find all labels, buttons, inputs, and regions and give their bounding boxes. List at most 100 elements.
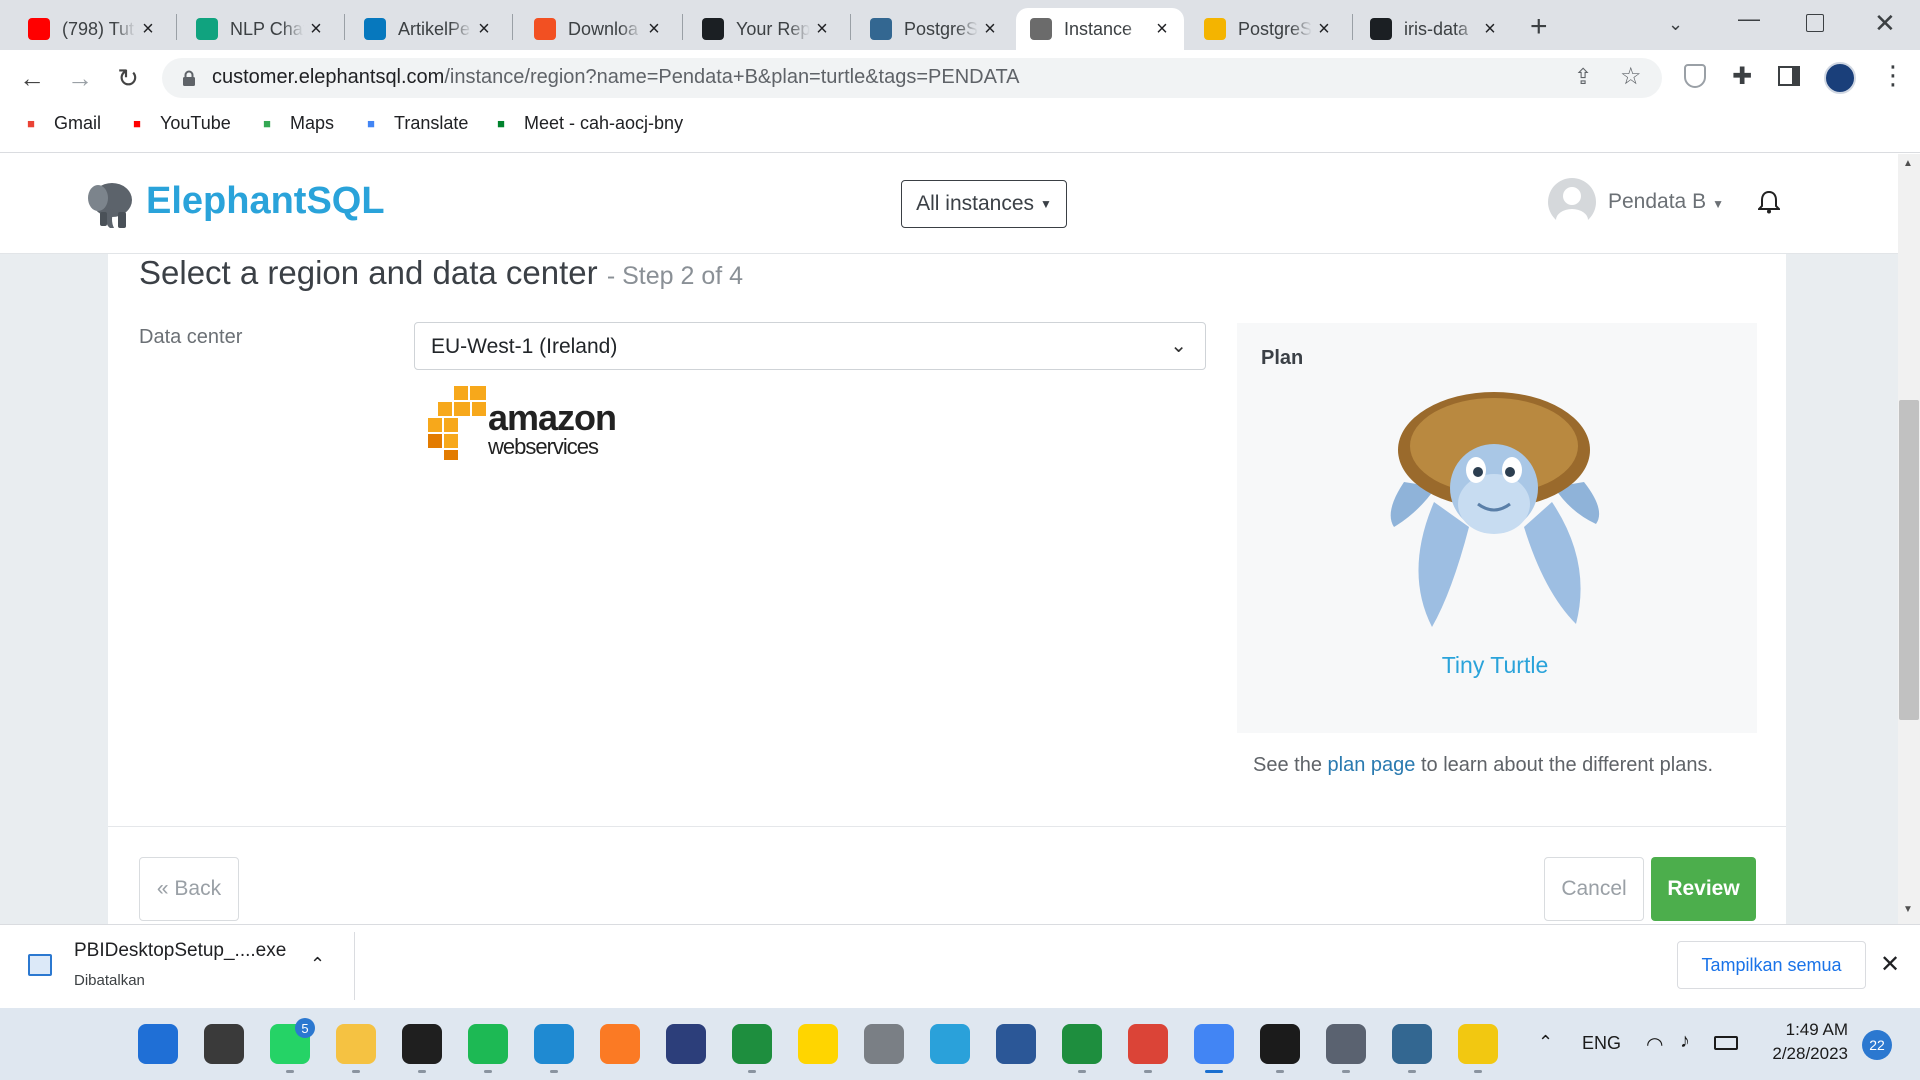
tab-close-icon[interactable]: ×	[1312, 18, 1336, 41]
aws-logo-webservices-text: webservices	[488, 434, 599, 459]
user-avatar[interactable]	[1548, 178, 1596, 231]
edmodo-icon[interactable]	[798, 1024, 838, 1064]
bookmark-1[interactable]: ■ YouTube	[126, 113, 231, 134]
forward-arrow-icon[interactable]: →	[64, 62, 96, 94]
profile-avatar[interactable]	[1824, 62, 1856, 94]
extension-shield-icon[interactable]	[1684, 64, 1706, 88]
notification-badge[interactable]: 22	[1862, 1030, 1892, 1060]
back-arrow-icon[interactable]: ←	[16, 62, 48, 94]
cancel-button[interactable]: Cancel	[1544, 857, 1644, 921]
classroom-icon[interactable]	[732, 1024, 772, 1064]
file-explorer-icon[interactable]	[336, 1024, 376, 1064]
maps-icon: ■	[263, 116, 271, 131]
window-close-icon[interactable]: ✕	[1874, 8, 1896, 39]
chevron-down-icon: ⌄	[1170, 335, 1187, 357]
tab-7[interactable]: PostgreS ×	[1190, 8, 1346, 50]
minimize-icon[interactable]: —	[1738, 6, 1760, 32]
extensions-puzzle-icon[interactable]: ✚	[1732, 62, 1752, 91]
reload-icon[interactable]: ↻	[112, 62, 144, 94]
tab-1[interactable]: NLP Chat ×	[182, 8, 338, 50]
skype-icon[interactable]	[402, 1024, 442, 1064]
chrome-menu-icon[interactable]: ⋮	[1880, 60, 1906, 91]
brand-logo-text[interactable]: ElephantSQL	[146, 180, 385, 223]
close-download-bar-icon[interactable]: ✕	[1880, 950, 1900, 979]
tab-close-icon[interactable]: ×	[642, 18, 666, 41]
chrome-profile-icon[interactable]	[1194, 1024, 1234, 1064]
show-all-downloads-button[interactable]: Tampilkan semua	[1677, 941, 1866, 989]
word-icon[interactable]	[996, 1024, 1036, 1064]
tray-chevron-up-icon[interactable]: ⌃	[1538, 1032, 1553, 1053]
app-running-indicator	[286, 1070, 294, 1073]
user-menu[interactable]: Pendata B ▼	[1608, 190, 1724, 214]
app-running-indicator	[748, 1070, 756, 1073]
review-button[interactable]: Review	[1651, 857, 1756, 921]
bookmark-label: YouTube	[160, 113, 231, 133]
bookmark-0[interactable]: ■ Gmail	[20, 113, 101, 134]
postgres-icon	[870, 18, 892, 40]
volume-icon[interactable]: ♪	[1680, 1030, 1690, 1053]
tab-8[interactable]: iris-data ×	[1356, 8, 1512, 50]
tab-close-icon[interactable]: ×	[1150, 18, 1174, 41]
scroll-up-arrow-icon[interactable]: ▲	[1903, 158, 1913, 169]
tab-close-icon[interactable]: ×	[1478, 18, 1502, 41]
tab-3[interactable]: Downloa ×	[520, 8, 676, 50]
spotify-icon[interactable]	[468, 1024, 508, 1064]
data-center-value: EU-West-1 (Ireland)	[431, 335, 618, 358]
side-panel-icon[interactable]	[1778, 66, 1800, 86]
start-icon[interactable]	[138, 1024, 178, 1064]
restore-icon[interactable]	[1806, 14, 1824, 32]
scrollbar-thumb[interactable]	[1899, 400, 1919, 720]
language-indicator[interactable]: ENG	[1582, 1033, 1621, 1054]
xampp-icon[interactable]	[600, 1024, 640, 1064]
all-instances-label: All instances	[916, 192, 1034, 215]
tab-0[interactable]: (798) Tut ×	[14, 8, 170, 50]
tab-search-icon[interactable]: ⌄	[1668, 14, 1683, 35]
wizard-title: Select a region and data center - Step 2…	[139, 254, 743, 292]
tab-6[interactable]: Instance ×	[1016, 8, 1184, 50]
scroll-down-arrow-icon[interactable]: ▼	[1903, 904, 1913, 915]
chrome-icon[interactable]	[1128, 1024, 1168, 1064]
tab-2[interactable]: ArtikelPe ×	[350, 8, 506, 50]
bookmark-2[interactable]: ■ Maps	[256, 113, 334, 134]
bookmark-4[interactable]: ■ Meet - cah-aocj-bny	[490, 113, 683, 134]
cisco-icon[interactable]	[864, 1024, 904, 1064]
data-center-select[interactable]: EU-West-1 (Ireland) ⌄	[414, 322, 1206, 370]
settings-icon[interactable]	[1326, 1024, 1366, 1064]
plan-page-link[interactable]: plan page	[1328, 754, 1416, 776]
battery-icon[interactable]	[1714, 1036, 1738, 1050]
elephant-logo-icon[interactable]	[84, 178, 136, 230]
task-view-icon[interactable]	[204, 1024, 244, 1064]
back-button[interactable]: « Back	[139, 857, 239, 921]
vscode-icon[interactable]	[534, 1024, 574, 1064]
classroom2-icon[interactable]	[1062, 1024, 1102, 1064]
share-icon[interactable]: ⇪	[1574, 64, 1592, 90]
tab-separator	[850, 14, 851, 40]
bookmark-3[interactable]: ■ Translate	[360, 113, 468, 134]
pgadmin-icon[interactable]	[1392, 1024, 1432, 1064]
telegram-icon[interactable]	[930, 1024, 970, 1064]
translate-icon: ■	[367, 116, 375, 131]
all-instances-dropdown[interactable]: All instances ▼	[901, 180, 1067, 228]
powerbi-icon[interactable]	[1458, 1024, 1498, 1064]
chevron-up-icon[interactable]: ⌃	[310, 954, 325, 975]
tab-close-icon[interactable]: ×	[472, 18, 496, 41]
system-clock[interactable]: 1:49 AM 2/28/2023	[1762, 1018, 1848, 1066]
wifi-icon[interactable]: ◠	[1646, 1032, 1663, 1057]
tab-close-icon[interactable]: ×	[136, 18, 160, 41]
tab-close-icon[interactable]: ×	[304, 18, 328, 41]
download-file-name[interactable]: PBIDesktopSetup_....exe	[74, 940, 286, 962]
tab-5[interactable]: PostgreS ×	[856, 8, 1012, 50]
new-tab-button[interactable]: +	[1530, 10, 1548, 44]
app-running-indicator	[1342, 1070, 1350, 1073]
url-text[interactable]: customer.elephantsql.com/instance/region…	[212, 66, 1020, 89]
bookmark-star-icon[interactable]: ☆	[1620, 62, 1642, 91]
tab-close-icon[interactable]: ×	[810, 18, 834, 41]
devc-icon[interactable]	[666, 1024, 706, 1064]
bell-icon[interactable]	[1756, 190, 1782, 219]
typora-icon[interactable]	[1260, 1024, 1300, 1064]
tab-4[interactable]: Your Rep ×	[688, 8, 844, 50]
lock-icon[interactable]	[182, 70, 196, 86]
youtube-icon	[28, 18, 50, 40]
plan-note-before: See the	[1253, 754, 1322, 776]
tab-close-icon[interactable]: ×	[978, 18, 1002, 41]
